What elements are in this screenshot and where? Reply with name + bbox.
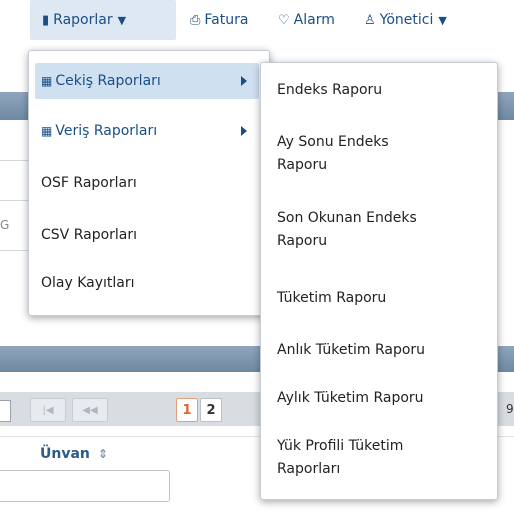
user-icon: ♙ [364,12,376,28]
menu-fatura[interactable]: ⎙ Fatura [190,0,248,40]
menu-item-cekis-raporlari[interactable]: ▦ Cekiş Raporları [35,63,259,99]
submenu-item-ay-sonu-endeks-raporu[interactable]: Ay Sonu Endeks Raporu [277,131,427,177]
menu-item-label: CSV Raporları [41,227,138,243]
menu-item-label: Cekiş Raporları [55,73,161,89]
submenu-arrow-icon [241,76,247,86]
menu-item-label: OSF Raporları [41,175,137,191]
prev-page-icon[interactable]: ◀◀ [72,398,108,422]
menu-fatura-label: Fatura [204,12,249,28]
submenu-item-yuk-profili-tuketim-raporlari[interactable]: Yük Profili Tüketim Raporları [277,435,437,481]
menu-alarm[interactable]: ♡ Alarm [278,0,335,40]
menu-yonetici-label: Yönetici [379,12,434,28]
grid-line [0,160,28,161]
submenu-item-endeks-raporu[interactable]: Endeks Raporu [277,79,487,102]
column-header-label: Ünvan [40,446,90,462]
submenu-item-aylik-tuketim-raporu[interactable]: Aylık Tüketim Raporu [277,387,487,410]
submenu-item-son-okunan-endeks-raporu[interactable]: Son Okunan Endeks Raporu [277,207,447,253]
submenu-item-anlik-tuketim-raporu[interactable]: Anlık Tüketim Raporu [277,339,487,362]
table-icon: ▦ [41,74,53,88]
grid-line [0,200,28,201]
page-button-1[interactable]: 1 [176,398,198,422]
submenu-item-tuketim-raporu[interactable]: Tüketim Raporu [277,287,487,310]
page-button-partial[interactable]: 9 [506,402,514,416]
menu-item-osf-raporlari[interactable]: OSF Raporları [35,165,259,201]
column-filter-input[interactable] [0,470,170,502]
submenu-arrow-icon [241,126,247,136]
menu-raporlar-label: Raporlar [53,12,113,28]
table-icon: ▦ [41,124,53,138]
pager-edge [0,400,11,422]
report-icon: ▮ [42,12,50,28]
menu-item-label: Veriş Raporları [55,123,158,139]
menu-raporlar[interactable]: ▮ Raporlar ▼ [30,0,176,40]
chevron-down-icon: ▼ [438,13,447,27]
top-menubar: ▮ Raporlar ▼ ⎙ Fatura ♡ Alarm ♙ Yönetici… [0,0,514,40]
sort-icon[interactable]: ⇕ [98,447,108,461]
chevron-down-icon: ▼ [117,13,127,27]
menu-item-label: Olay Kayıtları [41,275,135,291]
partial-label: G [0,218,10,232]
menu-yonetici[interactable]: ♙ Yönetici ▼ [364,0,447,40]
menu-alarm-label: Alarm [293,12,335,28]
menu-item-csv-raporlari[interactable]: CSV Raporları [35,217,259,253]
page-button-2[interactable]: 2 [200,398,222,422]
cekis-submenu: Endeks Raporu Ay Sonu Endeks Raporu Son … [260,62,498,500]
menu-item-olay-kayitlari[interactable]: Olay Kayıtları [35,265,259,301]
column-header-unvan[interactable]: Ünvan ⇕ [40,446,108,462]
printer-icon: ⎙ [190,12,201,28]
menu-item-veris-raporlari[interactable]: ▦ Veriş Raporları [35,113,259,149]
first-page-icon[interactable]: |◀ [30,398,66,422]
bulb-icon: ♡ [278,12,290,28]
grid-line [0,250,28,251]
reports-dropdown: ▦ Cekiş Raporları ▦ Veriş Raporları OSF … [28,50,270,316]
